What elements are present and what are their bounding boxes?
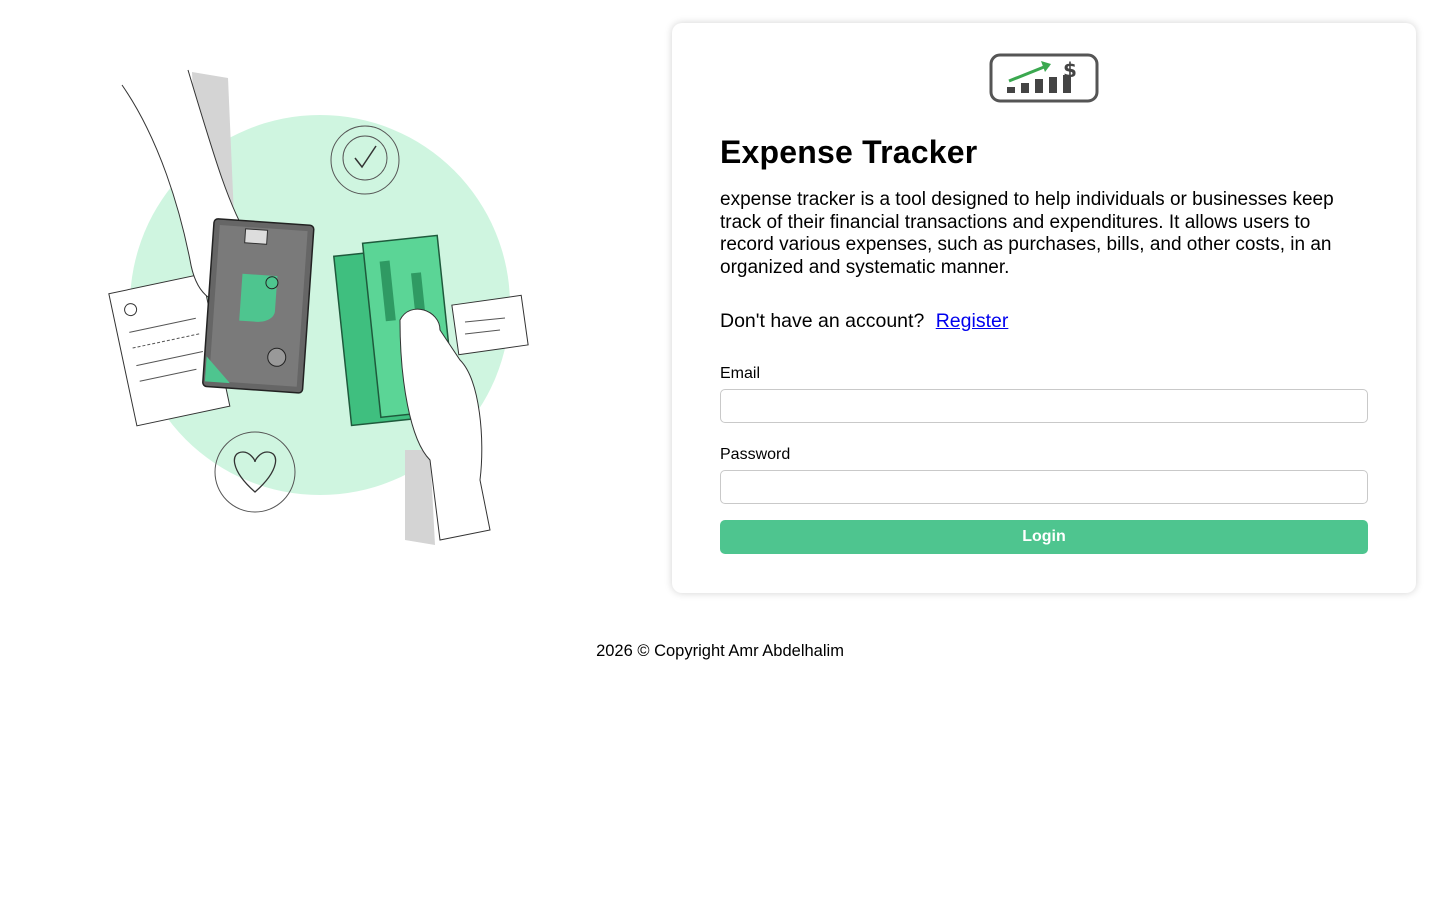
app-description: expense tracker is a tool designed to he…: [720, 189, 1334, 278]
email-field[interactable]: [720, 389, 1368, 424]
login-card: $ Expense Tracker expense tracker is a t…: [672, 23, 1416, 593]
password-label: Password: [720, 446, 791, 464]
footer-copyright: 2026 © Copyright Amr Abdelhalim: [596, 642, 844, 660]
login-button[interactable]: Login: [720, 520, 1368, 555]
page-title: Expense Tracker: [720, 134, 978, 170]
svg-text:$: $: [1063, 58, 1077, 82]
register-link[interactable]: Register: [936, 310, 1009, 332]
logo-container: $: [720, 53, 1368, 103]
login-page: $ Expense Tracker expense tracker is a t…: [0, 0, 1440, 900]
expense-chart-logo-icon: $: [989, 53, 1099, 103]
register-prompt-line: Don't have an account? Register: [720, 309, 1368, 333]
money-exchange-illustration: [108, 69, 529, 545]
register-prompt-text: Don't have an account?: [720, 310, 925, 333]
password-field[interactable]: [720, 470, 1368, 505]
email-label: Email: [720, 365, 761, 383]
